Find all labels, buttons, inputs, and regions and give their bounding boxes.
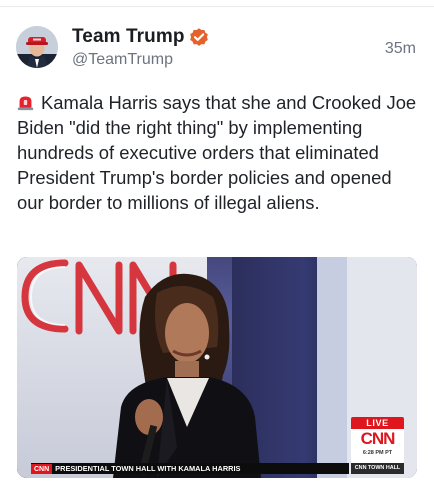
siren-icon <box>17 96 34 111</box>
author-name[interactable]: Team Trump <box>72 26 185 48</box>
post-text: Kamala Harris says that she and Crooked … <box>17 92 417 213</box>
chyron-bar: CNN PRESIDENTIAL TOWN HALL WITH KAMALA HA… <box>31 463 349 474</box>
post-body: Kamala Harris says that she and Crooked … <box>17 90 421 215</box>
post-timestamp[interactable]: 35m <box>385 40 416 58</box>
cnn-logo: CNN <box>360 429 396 448</box>
chyron-text: PRESIDENTIAL TOWN HALL WITH KAMALA HARRI… <box>55 464 241 473</box>
live-indicator: LIVE CNN 6:28 PM PT <box>351 417 404 463</box>
avatar[interactable] <box>16 26 58 68</box>
live-time: 6:28 PM PT <box>362 450 393 456</box>
avatar-image <box>16 26 58 68</box>
post-media-image[interactable]: LIVE CNN 6:28 PM PT CNN PRESIDENTIAL TOWN… <box>17 257 417 478</box>
live-label: LIVE <box>351 417 404 429</box>
author-handle[interactable]: @TeamTrump <box>72 51 173 69</box>
verified-badge-icon <box>190 28 208 46</box>
program-bug: CNN TOWN HALL <box>351 463 404 474</box>
chyron-cnn-chip: CNN <box>31 464 53 474</box>
top-divider <box>0 6 434 7</box>
